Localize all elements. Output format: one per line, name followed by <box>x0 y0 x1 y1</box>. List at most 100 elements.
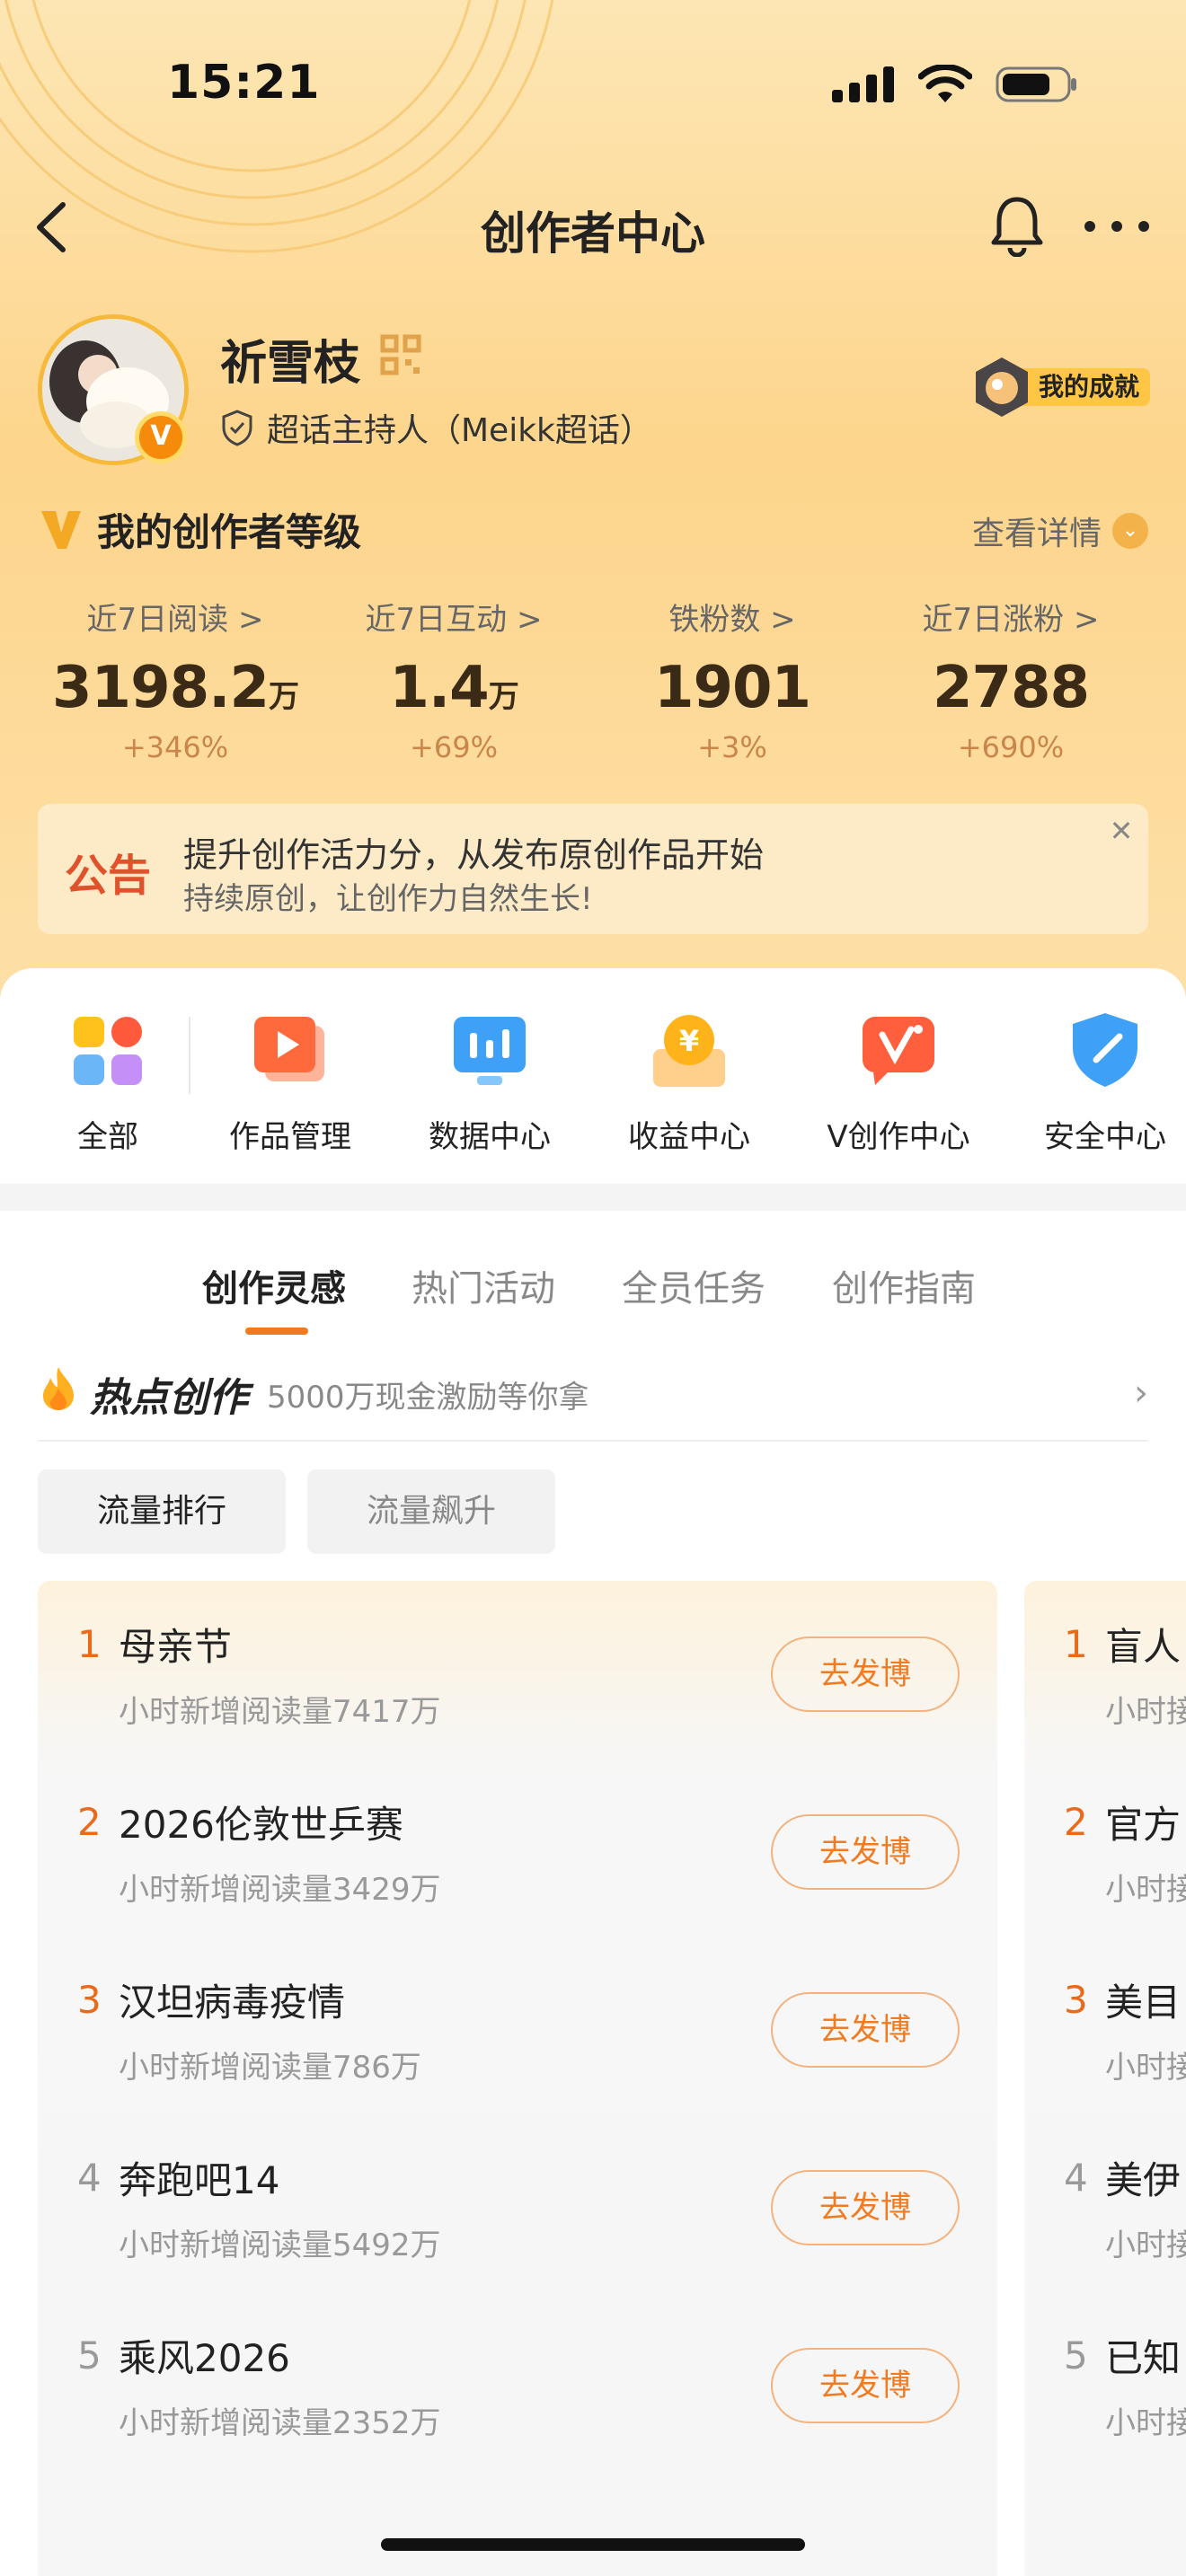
tool-grid: 全部 作品管理 数据中心 ¥ 收益中心 V创作中心 安全中心 <box>0 968 1186 1184</box>
stat-value: 1.4 <box>389 655 489 721</box>
post-button[interactable]: 去发博 <box>771 2348 960 2423</box>
verified-badge-icon: V <box>135 411 187 463</box>
topic-reads: 小时接 <box>1105 2405 1186 2441</box>
tool-all[interactable]: 全部 <box>63 1008 153 1156</box>
list-item[interactable]: 2 官方 小时接 <box>1024 1759 1186 1936</box>
wifi-icon <box>918 65 972 102</box>
tool-works[interactable]: 作品管理 <box>223 1008 358 1156</box>
stat-label: 铁粉数 > <box>668 602 796 638</box>
stat-change: +3% <box>697 730 767 764</box>
tab-guide[interactable]: 创作指南 <box>832 1259 976 1311</box>
post-button[interactable]: 去发博 <box>771 1636 960 1712</box>
creator-level-row[interactable]: 我的创作者等级 查看详情 ⌄ <box>38 498 1148 554</box>
stat-change: +69% <box>410 730 498 764</box>
rank-number: 5 <box>1064 2333 1088 2378</box>
list-item[interactable]: 4 奔跑吧14 小时新增阅读量5492万 去发博 <box>38 2114 997 2292</box>
tool-label: 全部 <box>77 1119 138 1155</box>
topic-reads: 小时接 <box>1105 2228 1186 2263</box>
tab-all-tasks[interactable]: 全员任务 <box>622 1259 766 1311</box>
home-indicator[interactable] <box>381 2538 805 2551</box>
filter-traffic-surge[interactable]: 流量飙升 <box>307 1469 555 1554</box>
achievement-button[interactable]: 我的成就 <box>970 356 1150 419</box>
stat-iron-fans[interactable]: 铁粉数 > 1901 +3% <box>584 595 881 764</box>
topic-reads: 小时新增阅读量786万 <box>119 2050 421 2086</box>
topic-title: 已知 <box>1105 2336 1182 2380</box>
topic-reads: 小时接 <box>1105 2050 1186 2086</box>
rank-number: 3 <box>1064 1978 1088 2022</box>
topic-title: 2026伦敦世乒赛 <box>119 1803 403 1847</box>
announcement-text: 提升创作活力分，从发布原创作品开始 <box>183 835 765 875</box>
rank-number: 1 <box>1064 1622 1088 1666</box>
stat-interactions[interactable]: 近7日互动 > 1.4万 +69% <box>305 595 602 764</box>
tool-income[interactable]: ¥ 收益中心 <box>622 1008 757 1156</box>
stat-value: 1901 <box>653 655 811 721</box>
list-item[interactable]: 2 2026伦敦世乒赛 小时新增阅读量3429万 去发博 <box>38 1759 997 1936</box>
filter-traffic-rank[interactable]: 流量排行 <box>38 1469 286 1554</box>
shield-icon <box>222 410 252 446</box>
tool-label: 作品管理 <box>229 1119 351 1155</box>
list-item[interactable]: 5 乘风2026 小时新增阅读量2352万 去发博 <box>38 2292 997 2470</box>
announcement-banner[interactable]: 公告 提升创作活力分，从发布原创作品开始 持续原创，让创作力自然生长! ✕ <box>38 804 1148 934</box>
close-icon[interactable]: ✕ <box>1105 815 1137 847</box>
stat-label: 近7日互动 > <box>365 602 543 638</box>
topic-reads: 小时新增阅读量3429万 <box>119 1872 441 1908</box>
stat-reads[interactable]: 近7日阅读 > 3198.2万 +346% <box>27 595 323 764</box>
data-chart-icon <box>454 1017 526 1085</box>
stat-value-group: 3198.2万 <box>27 655 323 721</box>
more-options-icon[interactable] <box>1083 216 1151 237</box>
level-detail-link[interactable]: 查看详情 ⌄ <box>972 507 1148 554</box>
topic-reads: 小时新增阅读量2352万 <box>119 2405 441 2441</box>
chevron-down-icon: ⌄ <box>1112 513 1148 549</box>
tool-v-creator[interactable]: V创作中心 <box>813 1008 984 1156</box>
rank-number: 2 <box>1064 1800 1088 1844</box>
divider <box>38 1440 1148 1442</box>
tool-data[interactable]: 数据中心 <box>422 1008 557 1156</box>
chevron-right-icon: › <box>1134 1372 1148 1414</box>
stat-label: 近7日阅读 > <box>86 602 264 638</box>
rank-number: 4 <box>77 2156 102 2200</box>
stat-change: +690% <box>957 730 1065 764</box>
announcement-tag: 公告 <box>65 851 152 901</box>
rank-number: 3 <box>77 1978 102 2022</box>
tab-indicator <box>245 1328 308 1335</box>
stat-value-group: 2788 <box>863 655 1159 721</box>
tab-inspiration[interactable]: 创作灵感 <box>202 1259 346 1311</box>
topic-title: 盲人 <box>1105 1625 1182 1669</box>
tool-security[interactable]: 安全中心 <box>1038 1008 1173 1156</box>
rank-number: 5 <box>77 2333 102 2378</box>
stat-unit: 万 <box>488 679 519 715</box>
stat-value: 3198.2 <box>52 655 270 721</box>
stat-value-group: 1.4万 <box>305 655 602 721</box>
list-item[interactable]: 3 美目 小时接 <box>1024 1936 1186 2114</box>
list-item[interactable]: 3 汉坦病毒疫情 小时新增阅读量786万 去发博 <box>38 1936 997 2114</box>
list-item[interactable]: 5 已知 小时接 <box>1024 2292 1186 2470</box>
topic-reads: 小时新增阅读量7417万 <box>119 1694 441 1730</box>
tab-hot-events[interactable]: 热门活动 <box>412 1259 555 1311</box>
hot-creation-subtitle: 5000万现金激励等你拿 <box>267 1380 589 1416</box>
qr-code-icon[interactable] <box>380 334 421 375</box>
post-button[interactable]: 去发博 <box>771 2170 960 2245</box>
list-item[interactable]: 4 美伊 小时接 <box>1024 2114 1186 2292</box>
bell-icon[interactable] <box>988 194 1046 257</box>
announcement-subtext: 持续原创，让创作力自然生长! <box>183 881 593 917</box>
content-tabs: 创作灵感 热门活动 全员任务 创作指南 <box>0 1238 1186 1335</box>
flame-icon <box>43 1367 74 1410</box>
hot-creation-header[interactable]: 热点创作 5000万现金激励等你拿 › <box>38 1354 1148 1435</box>
hot-creation-title: 热点创作 <box>90 1375 248 1421</box>
role-row[interactable]: 超话主持人（Meikk超话） <box>220 404 652 451</box>
stat-new-fans[interactable]: 近7日涨粉 > 2788 +690% <box>863 595 1159 764</box>
rank-number: 2 <box>77 1800 102 1844</box>
level-detail-label: 查看详情 <box>971 516 1102 552</box>
list-item[interactable]: 1 盲人 小时接 <box>1024 1581 1186 1759</box>
list-item[interactable]: 1 母亲节 小时新增阅读量7417万 去发博 <box>38 1581 997 1759</box>
security-shield-icon <box>1073 1013 1137 1087</box>
divider <box>189 1017 190 1094</box>
role-label: 超话主持人（Meikk超话） <box>267 412 652 449</box>
creator-header: 15:21 创作者中心 V 祈雪枝 超话主持人（Meikk超话） 我的成就 我的… <box>0 0 1186 1006</box>
ranking-card-right: 1 盲人 小时接 2 官方 小时接 3 美目 小时接 4 美伊 小时接 5 已知… <box>1024 1581 1186 2576</box>
tool-label: V创作中心 <box>827 1119 970 1155</box>
topic-title: 美伊 <box>1105 2158 1182 2202</box>
post-button[interactable]: 去发博 <box>771 1814 960 1890</box>
post-button[interactable]: 去发博 <box>771 1992 960 2068</box>
play-video-icon <box>254 1017 324 1081</box>
